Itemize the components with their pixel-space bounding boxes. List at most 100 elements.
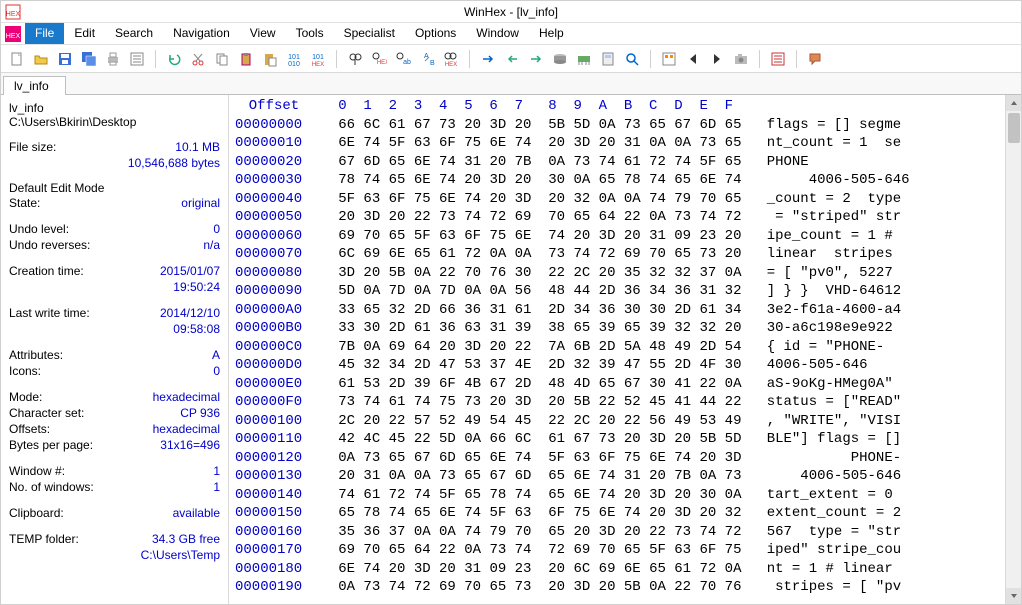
attr-value: A	[212, 347, 220, 363]
open-file-icon[interactable]	[31, 49, 51, 69]
analyze-icon[interactable]	[622, 49, 642, 69]
menu-file[interactable]: File	[25, 23, 64, 44]
replace-hex-icon[interactable]: HEX	[441, 49, 461, 69]
toolbar-separator	[796, 50, 797, 68]
nwin-label: No. of windows:	[9, 479, 94, 495]
find-hex-icon[interactable]: HEX	[369, 49, 389, 69]
svg-text:HEX: HEX	[377, 60, 387, 66]
calculator-icon[interactable]	[598, 49, 618, 69]
nav-forward-icon[interactable]	[707, 49, 727, 69]
menubar: HEX File Edit Search Navigation View Too…	[1, 23, 1021, 45]
scroll-thumb[interactable]	[1008, 113, 1020, 143]
properties-icon[interactable]	[127, 49, 147, 69]
find-text-icon[interactable]: ab	[393, 49, 413, 69]
undorev-value: n/a	[203, 237, 220, 253]
toolbar-separator	[759, 50, 760, 68]
save-all-icon[interactable]	[79, 49, 99, 69]
undolevel-label: Undo level:	[9, 221, 69, 237]
svg-text:101: 101	[288, 54, 300, 61]
help-icon[interactable]	[805, 49, 825, 69]
main-area: lv_info C:\Users\Bkirin\Desktop File siz…	[1, 95, 1021, 604]
temp-path: C:\Users\Temp	[9, 547, 220, 563]
undorev-label: Undo reverses:	[9, 237, 90, 253]
camera-icon[interactable]	[731, 49, 751, 69]
view-101-icon[interactable]: 101010	[284, 49, 304, 69]
menu-help[interactable]: Help	[529, 23, 574, 44]
svg-text:101: 101	[312, 54, 324, 61]
svg-text:HEX: HEX	[6, 33, 21, 40]
nav-back-icon[interactable]	[683, 49, 703, 69]
disk-icon[interactable]	[550, 49, 570, 69]
state-value: original	[181, 195, 220, 211]
charset-value: CP 936	[180, 405, 220, 421]
scroll-up-icon[interactable]	[1006, 95, 1022, 111]
filesize-bytes: 10,546,688 bytes	[9, 155, 220, 171]
winnum-label: Window #:	[9, 463, 65, 479]
menu-edit[interactable]: Edit	[64, 23, 105, 44]
ctime-time: 19:50:24	[9, 279, 220, 295]
svg-text:B: B	[430, 60, 435, 67]
new-file-icon[interactable]	[7, 49, 27, 69]
offsets-label: Offsets:	[9, 421, 50, 437]
menu-tools[interactable]: Tools	[286, 23, 334, 44]
bpp-value: 31x16=496	[160, 437, 220, 453]
save-icon[interactable]	[55, 49, 75, 69]
replace-icon[interactable]: AB	[417, 49, 437, 69]
find-icon[interactable]	[345, 49, 365, 69]
svg-text:HEX: HEX	[445, 62, 457, 67]
temp-label: TEMP folder:	[9, 531, 79, 547]
icons-value: 0	[213, 363, 220, 379]
cut-icon[interactable]	[188, 49, 208, 69]
ctime-label: Creation time:	[9, 263, 84, 279]
goto-forward-icon[interactable]	[526, 49, 546, 69]
undolevel-value: 0	[213, 221, 220, 237]
bpp-label: Bytes per page:	[9, 437, 93, 453]
paste-icon[interactable]	[260, 49, 280, 69]
goto-offset-icon[interactable]	[478, 49, 498, 69]
toolbar: 101010 101HEX HEX ab AB HEX	[1, 45, 1021, 73]
mtime-time: 09:58:08	[9, 321, 220, 337]
clip-label: Clipboard:	[9, 505, 64, 521]
menu-specialist[interactable]: Specialist	[334, 23, 405, 44]
toolbar-separator	[155, 50, 156, 68]
menu-view[interactable]: View	[240, 23, 286, 44]
print-icon[interactable]	[103, 49, 123, 69]
hex-view[interactable]: Offset 0 1 2 3 4 5 6 7 8 9 A B C D E F00…	[229, 95, 1005, 604]
menu-navigation[interactable]: Navigation	[163, 23, 240, 44]
mode-label: Mode:	[9, 389, 42, 405]
menu-window[interactable]: Window	[466, 23, 529, 44]
copy-icon[interactable]	[212, 49, 232, 69]
info-filename: lv_info	[9, 101, 220, 115]
menu-search[interactable]: Search	[105, 23, 163, 44]
charset-label: Character set:	[9, 405, 84, 421]
vertical-scrollbar[interactable]	[1005, 95, 1021, 604]
svg-text:010: 010	[288, 61, 300, 67]
window-title: WinHex - [lv_info]	[464, 5, 558, 19]
app-menu-icon: HEX	[5, 26, 21, 42]
toolbar-separator	[650, 50, 651, 68]
app-window: HEX WinHex - [lv_info] HEX File Edit Sea…	[0, 0, 1022, 605]
hex-wrap: Offset 0 1 2 3 4 5 6 7 8 9 A B C D E F00…	[229, 95, 1021, 604]
editmode-heading: Default Edit Mode	[9, 181, 220, 195]
undo-icon[interactable]	[164, 49, 184, 69]
attr-label: Attributes:	[9, 347, 63, 363]
goto-back-icon[interactable]	[502, 49, 522, 69]
menu-options[interactable]: Options	[405, 23, 466, 44]
view-hex-icon[interactable]: 101HEX	[308, 49, 328, 69]
document-tab[interactable]: lv_info	[3, 76, 66, 95]
icons-label: Icons:	[9, 363, 41, 379]
mode-value: hexadecimal	[153, 389, 220, 405]
temp-value: 34.3 GB free	[152, 531, 220, 547]
toolbar-separator	[469, 50, 470, 68]
winnum-value: 1	[213, 463, 220, 479]
ram-icon[interactable]	[574, 49, 594, 69]
position-manager-icon[interactable]	[659, 49, 679, 69]
info-panel: lv_info C:\Users\Bkirin\Desktop File siz…	[1, 95, 229, 604]
filesize-label: File size:	[9, 139, 56, 155]
scroll-down-icon[interactable]	[1006, 588, 1022, 604]
data-interpreter-icon[interactable]	[768, 49, 788, 69]
clipboard-icon[interactable]	[236, 49, 256, 69]
nwin-value: 1	[213, 479, 220, 495]
mtime-date: 2014/12/10	[160, 305, 220, 321]
info-path: C:\Users\Bkirin\Desktop	[9, 115, 220, 129]
